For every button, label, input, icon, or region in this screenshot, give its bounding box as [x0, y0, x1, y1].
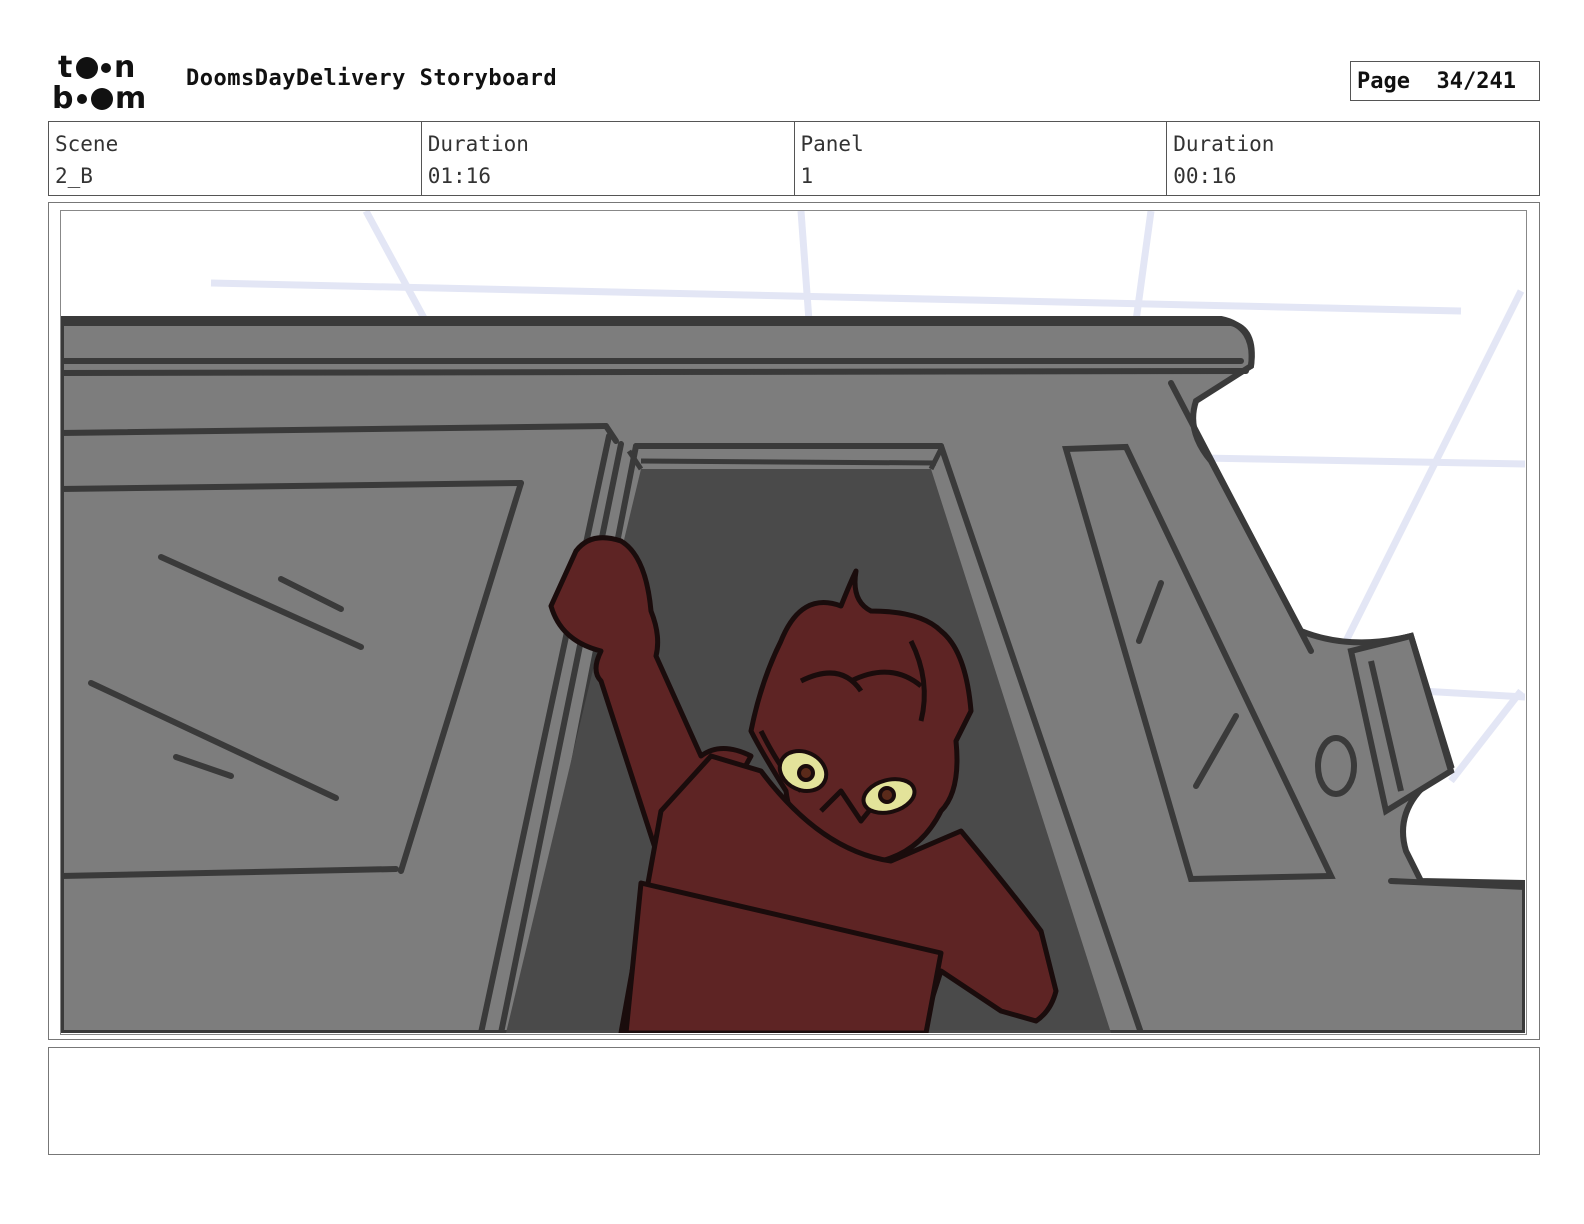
- scene-duration-value: 01:16: [427, 164, 491, 188]
- scene-duration-cell: Duration 01:16: [422, 122, 795, 195]
- page-label: Page: [1357, 68, 1410, 94]
- panel-notes: [48, 1047, 1540, 1155]
- panel-image: [60, 210, 1527, 1035]
- scene-info-table: Scene 2_B Duration 01:16 Panel 1 Duratio…: [48, 121, 1540, 196]
- scene-value: 2_B: [55, 164, 93, 188]
- svg-text:t: t: [58, 50, 72, 85]
- storyboard-title: DoomsDayDelivery Storyboard: [186, 66, 558, 91]
- svg-text:m: m: [115, 81, 146, 112]
- toonboom-logo: t n b m: [52, 50, 164, 116]
- page-number: 34/241: [1436, 68, 1516, 94]
- scene-cell: Scene 2_B: [49, 122, 422, 195]
- panel-value: 1: [800, 164, 814, 188]
- panel-duration-cell: Duration 00:16: [1167, 122, 1539, 195]
- panel-label: Panel: [800, 132, 864, 156]
- panel-frame: [48, 202, 1540, 1040]
- scene-duration-label: Duration: [427, 132, 529, 156]
- scene-label: Scene: [55, 132, 119, 156]
- svg-text:b: b: [52, 81, 73, 112]
- panel-duration-label: Duration: [1173, 132, 1275, 156]
- svg-text:n: n: [114, 50, 135, 85]
- page-indicator: Page 34/241: [1350, 61, 1540, 101]
- panel-cell: Panel 1: [795, 122, 1168, 195]
- panel-duration-value: 00:16: [1173, 164, 1237, 188]
